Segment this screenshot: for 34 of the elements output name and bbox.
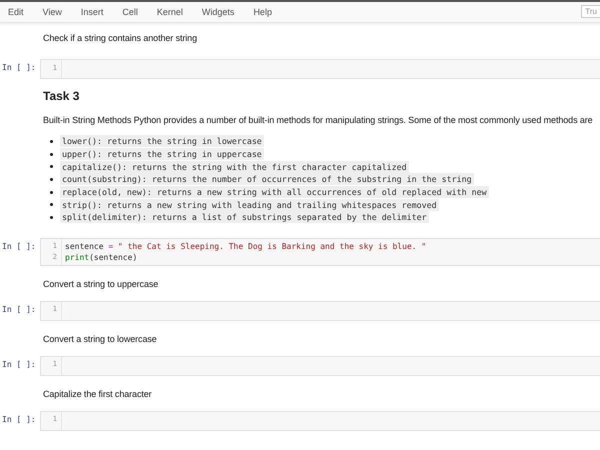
menu-item[interactable]: Widgets (202, 7, 234, 17)
list-item: split(delimiter): returns a list of substrings separated by the delimiter (60, 211, 429, 224)
bullet-icon (50, 178, 53, 181)
menu-item[interactable]: Insert (80, 7, 104, 17)
markdown-text: Check if a string contains another string (42, 32, 198, 45)
markdown-text: Capitalize the first character (42, 388, 153, 401)
menu-item[interactable]: Cell (122, 7, 138, 17)
menu-item[interactable]: Kernel (156, 7, 183, 17)
bullet-icon (50, 140, 53, 143)
section-heading: Task 3 (43, 89, 80, 104)
cell-prompt: In [ ]: (1, 240, 37, 251)
markdown-text: Convert a string to lowercase (42, 332, 158, 346)
bullet-icon (50, 152, 53, 156)
bullet-icon (50, 190, 53, 194)
cell-prompt: In [ ]: (1, 358, 37, 369)
bullet-icon (50, 203, 53, 206)
list-item: strip(): returns a new string with leading and trailing whitespaces removed (60, 198, 439, 211)
list-item: count(substring): returns the number of occurrences of the substring in the string (60, 173, 474, 186)
list-item: replace(old, new): returns a new string with all occurrences of old replaced with new (60, 186, 489, 198)
bullet-icon (50, 216, 53, 219)
cell-prompt: In [ ]: (1, 414, 37, 424)
menu-item[interactable]: Edit (8, 7, 24, 17)
list-item: capitalize(): returns the string with the first character capitalized (60, 160, 409, 173)
bullet-icon (50, 165, 53, 168)
markdown-text: Built-in String Methods Python provides a number of built-in methods for manipulating strings. Some of the most commonly used methods are (42, 114, 594, 127)
list-item: upper(): returns the string in uppercase (60, 148, 264, 160)
cell-prompt: In [ ]: (1, 304, 37, 314)
list-item: lower(): returns the string in lowercase (60, 135, 264, 148)
markdown-text: Convert a string to uppercase (42, 278, 160, 291)
code-line: sentence = " the Cat is Sleeping. The Dog is Barking and the sky is blue. " (64, 242, 426, 251)
cell-prompt: In [ ]: (1, 62, 37, 72)
menu-item[interactable]: Help (253, 7, 272, 17)
menu-item[interactable]: View (42, 7, 62, 17)
code-line: print(sentence) (64, 252, 138, 262)
